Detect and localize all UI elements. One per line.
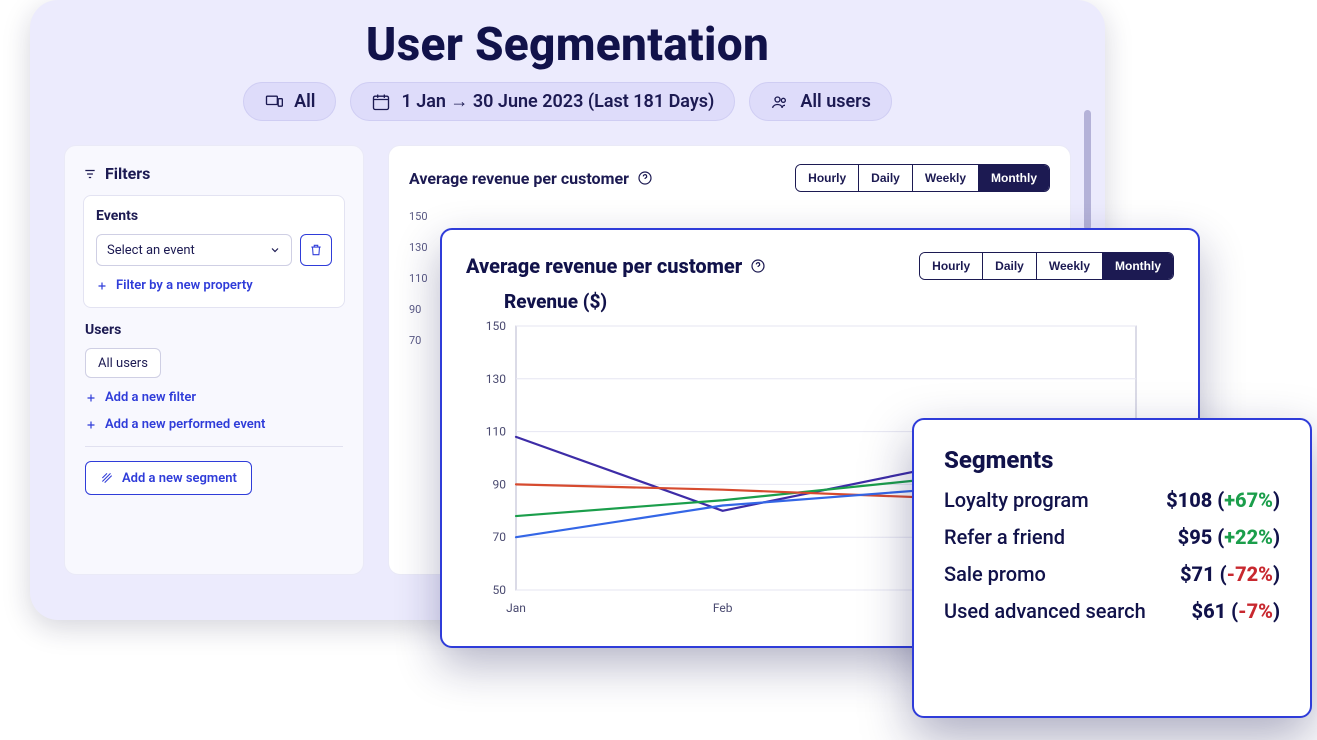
segment-value: $95 (+22%): [1178, 525, 1280, 549]
segment-row: Loyalty program $108 (+67%): [944, 488, 1280, 513]
users-pill[interactable]: All users: [749, 82, 892, 121]
segment-row: Used advanced search $61 (-7%): [944, 599, 1280, 624]
events-label: Events: [96, 208, 332, 224]
back-chart-title: Average revenue per customer: [409, 169, 653, 188]
filter-icon: [83, 167, 97, 181]
interval-daily[interactable]: Daily: [859, 165, 913, 191]
filter-pill-row: All 1 Jan → 30 June 2023 (Last 181 Days)…: [30, 82, 1105, 121]
add-performed-event-label: Add a new performed event: [105, 417, 265, 432]
interval-daily[interactable]: Daily: [983, 253, 1037, 279]
select-event-dropdown[interactable]: Select an event: [96, 234, 292, 266]
page-title: User Segmentation: [30, 18, 1105, 72]
filter-by-property-button[interactable]: Filter by a new property: [96, 278, 332, 293]
svg-text:50: 50: [493, 583, 507, 597]
svg-text:70: 70: [493, 530, 507, 544]
interval-weekly[interactable]: Weekly: [1037, 253, 1103, 279]
interval-monthly[interactable]: Monthly: [979, 165, 1049, 191]
back-chart-title-text: Average revenue per customer: [409, 169, 629, 188]
segment-name: Refer a friend: [944, 525, 1065, 550]
chevron-down-icon: [269, 244, 281, 256]
plus-icon: [85, 419, 97, 431]
divider: [85, 446, 343, 447]
users-pill-label: All users: [800, 91, 871, 112]
segment-value: $108 (+67%): [1166, 488, 1280, 512]
users-icon: [770, 92, 790, 112]
delete-event-button[interactable]: [300, 234, 332, 266]
svg-text:130: 130: [486, 372, 506, 386]
svg-text:Feb: Feb: [713, 601, 733, 615]
segments-card: Segments Loyalty program $108 (+67%) Refer…: [912, 418, 1312, 718]
events-block: Events Select an event Filter by a new p…: [83, 195, 345, 308]
users-label: Users: [85, 322, 343, 338]
interval-monthly[interactable]: Monthly: [1103, 253, 1173, 279]
date-range-label: 1 Jan → 30 June 2023 (Last 181 Days): [401, 91, 714, 112]
interval-hourly[interactable]: Hourly: [920, 253, 983, 279]
interval-weekly[interactable]: Weekly: [913, 165, 979, 191]
interval-toggle-front: HourlyDailyWeeklyMonthly: [919, 252, 1174, 280]
segment-name: Sale promo: [944, 562, 1046, 587]
segment-row: Sale promo $71 (-72%): [944, 562, 1280, 587]
segment-value: $71 (-72%): [1180, 562, 1280, 586]
segments-title: Segments: [944, 446, 1280, 474]
filter-by-property-label: Filter by a new property: [116, 278, 253, 293]
interval-hourly[interactable]: Hourly: [796, 165, 859, 191]
help-icon[interactable]: [750, 258, 766, 274]
devices-icon: [264, 92, 284, 112]
add-filter-label: Add a new filter: [105, 390, 196, 405]
segment-name: Used advanced search: [944, 599, 1146, 624]
svg-text:90: 90: [493, 477, 507, 491]
front-chart-title: Average revenue per customer: [466, 254, 766, 278]
all-users-chip[interactable]: All users: [85, 348, 161, 378]
front-chart-title-text: Average revenue per customer: [466, 254, 742, 278]
segment-value: $61 (-7%): [1192, 599, 1280, 623]
select-event-placeholder: Select an event: [107, 243, 195, 258]
add-performed-event-button[interactable]: Add a new performed event: [85, 417, 343, 432]
filters-panel: Filters Events Select an event Filter by: [64, 145, 364, 575]
add-filter-button[interactable]: Add a new filter: [85, 390, 343, 405]
interval-toggle-back: HourlyDailyWeeklyMonthly: [795, 164, 1050, 192]
segment-name: Loyalty program: [944, 488, 1089, 513]
calendar-icon: [371, 92, 391, 112]
devices-pill[interactable]: All: [243, 82, 336, 121]
trash-icon: [309, 243, 323, 257]
add-segment-button[interactable]: Add a new segment: [85, 461, 252, 495]
hatch-icon: [100, 471, 114, 485]
users-block: Users All users Add a new filter Add a n…: [83, 322, 345, 495]
add-segment-label: Add a new segment: [122, 471, 237, 486]
plus-icon: [96, 280, 108, 292]
svg-text:150: 150: [486, 320, 506, 333]
plus-icon: [85, 392, 97, 404]
devices-pill-label: All: [294, 91, 315, 112]
svg-text:110: 110: [486, 425, 506, 439]
y-tick: 150: [409, 210, 1050, 223]
filters-heading: Filters: [83, 164, 345, 183]
filters-heading-text: Filters: [105, 164, 150, 183]
all-users-chip-label: All users: [98, 356, 148, 371]
segment-row: Refer a friend $95 (+22%): [944, 525, 1280, 550]
y-axis-title: Revenue ($): [504, 290, 1174, 313]
date-range-pill[interactable]: 1 Jan → 30 June 2023 (Last 181 Days): [350, 82, 735, 121]
svg-text:Jan: Jan: [506, 601, 526, 615]
help-icon[interactable]: [637, 170, 653, 186]
